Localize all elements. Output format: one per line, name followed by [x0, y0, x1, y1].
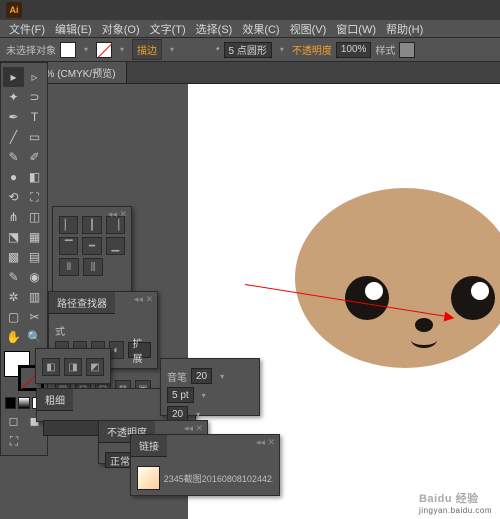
link-thumbnail[interactable]: [137, 466, 160, 490]
mesh-tool[interactable]: ▩: [3, 247, 24, 267]
perspective-tool[interactable]: ▦: [24, 227, 45, 247]
panel-tab[interactable]: 粗细: [37, 389, 73, 411]
eraser-tool[interactable]: ◧: [24, 167, 45, 187]
artwork-eye-left: [345, 276, 389, 320]
exclude-icon[interactable]: ◐: [109, 341, 123, 359]
hand-tool[interactable]: ✋: [3, 327, 24, 347]
miter-limit[interactable]: 20: [191, 368, 212, 384]
draw-mode-normal[interactable]: ◻: [3, 411, 24, 431]
menu-edit[interactable]: 编辑(E): [50, 21, 97, 37]
menu-effect[interactable]: 效果(C): [237, 21, 284, 37]
control-bar: 未选择对象 ▾ ▾ 描边 ▾ • 5 点圆形 ▾ 不透明度 100% 样式: [0, 38, 500, 62]
stroke-label[interactable]: 描边: [132, 39, 162, 60]
dash-value[interactable]: 5 pt: [167, 387, 194, 403]
blob-brush-tool[interactable]: ●: [3, 167, 24, 187]
mode3-icon[interactable]: ◩: [86, 358, 104, 376]
menu-type[interactable]: 文字(T): [145, 21, 191, 37]
fill-swatch[interactable]: [60, 42, 76, 58]
rotate-tool[interactable]: ⟲: [3, 187, 24, 207]
brush-tool[interactable]: ✎: [3, 147, 24, 167]
panel-close-icon[interactable]: ◂◂ ✕: [184, 423, 203, 434]
panel-tab[interactable]: 链接: [131, 435, 167, 457]
chevron-down-icon[interactable]: ▾: [80, 44, 92, 56]
selection-tool[interactable]: ▸: [3, 67, 24, 87]
panel-tab[interactable]: 路径查找器: [49, 292, 115, 314]
align-bottom-icon[interactable]: ▁: [106, 237, 125, 255]
mode2-icon[interactable]: ◨: [64, 358, 82, 376]
stroke-options-panel[interactable]: 音笔20▾ 5 pt▾ 20▾: [160, 358, 260, 416]
stroke-none-swatch[interactable]: [96, 42, 112, 58]
pen-tool[interactable]: ✒: [3, 107, 24, 127]
app-icon: Ai: [6, 2, 22, 18]
align-label: 音笔: [167, 369, 187, 384]
gradient-tool[interactable]: ▤: [24, 247, 45, 267]
chevron-down-icon[interactable]: ▾: [192, 408, 204, 420]
magic-wand-tool[interactable]: ✦: [3, 87, 24, 107]
symbol-sprayer-tool[interactable]: ✲: [3, 287, 24, 307]
mode1-icon[interactable]: ◧: [42, 358, 60, 376]
gradient-mode-icon[interactable]: [18, 397, 29, 409]
align-left-icon[interactable]: ▏: [59, 216, 78, 234]
weight-input[interactable]: [43, 420, 103, 436]
scale-tool[interactable]: ⛶: [24, 187, 45, 207]
menu-file[interactable]: 文件(F): [4, 21, 50, 37]
align-center-icon[interactable]: ┃: [82, 216, 101, 234]
align-panel[interactable]: ◂◂ ✕ ▏┃▕ ▔━▁ ⫴⫼: [52, 206, 132, 304]
expand-button[interactable]: 扩展: [128, 342, 151, 358]
pencil-tool[interactable]: ✐: [24, 147, 45, 167]
links-panel[interactable]: 链接 ◂◂ ✕ 2345截图20160808102442...: [130, 434, 280, 496]
document-tabs: ◄►100% (CMYK/预览): [0, 62, 500, 84]
artwork-mouth: [411, 332, 437, 348]
shape-mode-label: 式: [55, 323, 65, 338]
panel-close-icon[interactable]: ◂◂ ✕: [134, 294, 153, 305]
menu-bar: 文件(F) 编辑(E) 对象(O) 文字(T) 选择(S) 效果(C) 视图(V…: [0, 20, 500, 38]
align-top-icon[interactable]: ▔: [59, 237, 78, 255]
selection-status: 未选择对象: [6, 42, 56, 57]
slice-tool[interactable]: ✂: [24, 307, 45, 327]
chevron-down-icon[interactable]: ▾: [276, 44, 288, 56]
lasso-tool[interactable]: ⊃: [24, 87, 45, 107]
artboard-tool[interactable]: ▢: [3, 307, 24, 327]
line-tool[interactable]: ╱: [3, 127, 24, 147]
chevron-down-icon[interactable]: ▾: [216, 370, 228, 382]
link-item-name[interactable]: 2345截图20160808102442...: [164, 472, 273, 485]
panel-close-icon[interactable]: ◂◂ ✕: [108, 209, 127, 220]
panel-close-icon[interactable]: ◂◂ ✕: [256, 437, 275, 448]
menu-window[interactable]: 窗口(W): [331, 21, 381, 37]
zoom-tool[interactable]: 🔍: [24, 327, 45, 347]
type-tool[interactable]: T: [24, 107, 45, 127]
color-mode-icon[interactable]: [5, 397, 16, 409]
screen-mode[interactable]: ⛶: [3, 431, 25, 451]
width-tool[interactable]: ⋔: [3, 207, 24, 227]
rectangle-tool[interactable]: ▭: [24, 127, 45, 147]
watermark: Baidu 经验 jingyan.baidu.com: [419, 490, 492, 515]
brush-value[interactable]: 5 点圆形: [224, 42, 272, 58]
chevron-down-icon[interactable]: ▾: [166, 44, 178, 56]
menu-select[interactable]: 选择(S): [191, 21, 238, 37]
chevron-down-icon[interactable]: ▾: [198, 389, 210, 401]
graph-tool[interactable]: ▥: [24, 287, 45, 307]
free-transform-tool[interactable]: ◫: [24, 207, 45, 227]
shape-builder-tool[interactable]: ⬔: [3, 227, 24, 247]
style-label[interactable]: 样式: [375, 42, 395, 57]
direct-selection-tool[interactable]: ▹: [24, 67, 45, 87]
opacity-label[interactable]: 不透明度: [292, 42, 332, 57]
opacity-value[interactable]: 100%: [336, 42, 372, 58]
chevron-down-icon[interactable]: ▾: [116, 44, 128, 56]
menu-help[interactable]: 帮助(H): [381, 21, 428, 37]
artwork-eye-right: [451, 276, 495, 320]
blend-tool[interactable]: ◉: [24, 267, 45, 287]
menu-object[interactable]: 对象(O): [97, 21, 145, 37]
menu-view[interactable]: 视图(V): [285, 21, 332, 37]
artwork-face[interactable]: [295, 188, 500, 368]
align-middle-icon[interactable]: ━: [82, 237, 101, 255]
distribute-h-icon[interactable]: ⫴: [59, 258, 79, 276]
eyedropper-tool[interactable]: ✎: [3, 267, 24, 287]
style-swatch[interactable]: [399, 42, 415, 58]
artwork-nose: [415, 318, 433, 332]
shape-mode-panel[interactable]: ◧ ◨ ◩: [35, 348, 111, 384]
distribute-v-icon[interactable]: ⫼: [83, 258, 103, 276]
